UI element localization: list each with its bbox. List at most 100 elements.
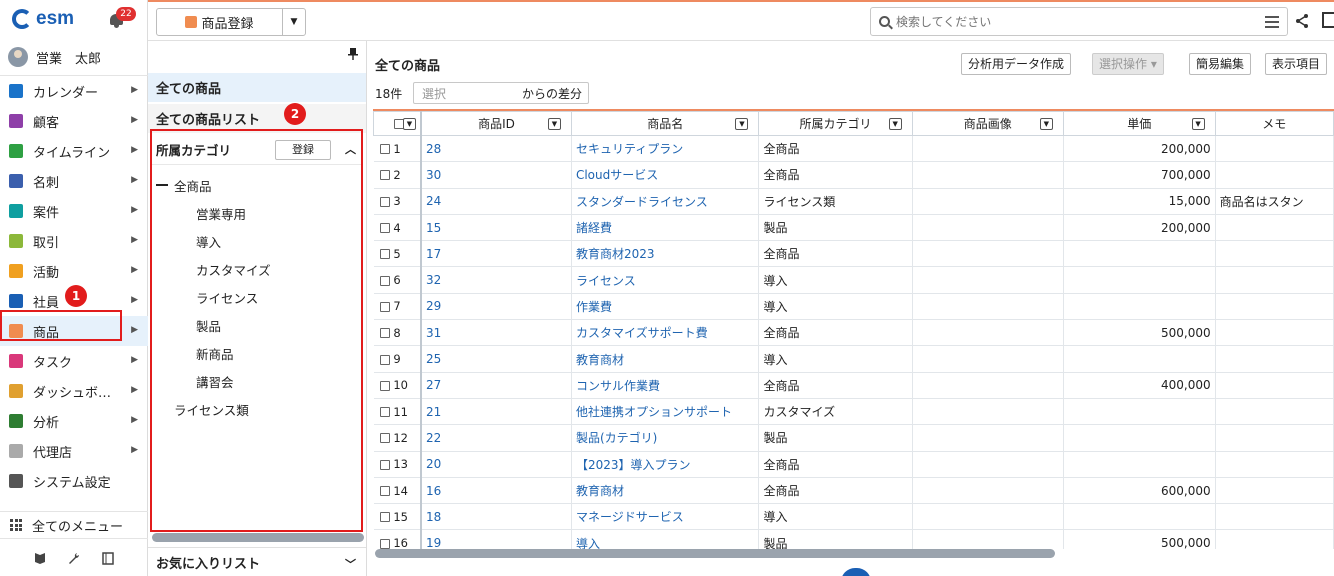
cell-name[interactable]: 作業費 bbox=[571, 293, 760, 321]
search-input[interactable] bbox=[896, 14, 1236, 29]
display-items-button[interactable]: 表示項目 bbox=[1265, 53, 1328, 75]
all-menu-button[interactable]: 全てのメニュー bbox=[0, 511, 148, 538]
nav-item-1[interactable]: 顧客 ▶ bbox=[0, 106, 148, 136]
column-dropdown-icon[interactable]: ▼ bbox=[1191, 118, 1205, 130]
cell-name[interactable]: 【2023】導入プラン bbox=[571, 451, 760, 478]
cell-name[interactable]: 教育商材2023 bbox=[571, 240, 760, 268]
cell-id[interactable]: 22 bbox=[420, 424, 572, 452]
nav-item-10[interactable]: ダッシュボ… ▶ bbox=[0, 376, 148, 406]
register-dropdown-button[interactable]: ▼ bbox=[283, 9, 305, 35]
cell-name[interactable]: 教育商材 bbox=[571, 345, 760, 373]
nav-item-13[interactable]: システム設定 bbox=[0, 466, 148, 496]
category-tree-item[interactable]: 全商品 bbox=[148, 171, 366, 199]
cell-id[interactable]: 27 bbox=[420, 372, 572, 399]
table-row[interactable]: 3 24 スタンダードライセンス ライセンス類 15,000 商品名はスタン bbox=[373, 188, 1334, 215]
cell-id[interactable]: 32 bbox=[420, 266, 572, 294]
column-dropdown-icon[interactable]: ▼ bbox=[1039, 118, 1053, 130]
caret-down-icon[interactable]: ▼ bbox=[402, 118, 416, 130]
row-select-cell[interactable]: 12 bbox=[373, 424, 422, 452]
cell-id[interactable]: 24 bbox=[420, 188, 572, 215]
cell-id[interactable]: 20 bbox=[420, 451, 572, 478]
row-select-cell[interactable]: 3 bbox=[373, 188, 422, 215]
horizontal-scrollbar[interactable] bbox=[375, 549, 1055, 558]
row-checkbox[interactable] bbox=[379, 223, 390, 234]
row-checkbox[interactable] bbox=[379, 249, 390, 260]
row-checkbox[interactable] bbox=[379, 196, 390, 207]
column-header[interactable]: メモ bbox=[1214, 111, 1334, 136]
favorites-section[interactable]: お気に入りリスト ﹀ bbox=[148, 547, 366, 576]
table-row[interactable]: 14 16 教育商材 全商品 600,000 bbox=[373, 477, 1334, 505]
row-select-cell[interactable]: 6 bbox=[373, 266, 422, 294]
table-row[interactable]: 11 21 他社連携オプションサポート カスタマイズ bbox=[373, 398, 1334, 426]
cell-name[interactable]: 他社連携オプションサポート bbox=[571, 398, 760, 426]
column-dropdown-icon[interactable]: ▼ bbox=[888, 118, 902, 130]
column-header[interactable]: 単価 ▼ bbox=[1062, 111, 1216, 136]
nav-item-9[interactable]: タスク ▶ bbox=[0, 346, 148, 376]
cell-name[interactable]: 製品(カテゴリ) bbox=[571, 424, 760, 452]
row-checkbox[interactable] bbox=[379, 486, 390, 496]
row-select-cell[interactable]: 5 bbox=[373, 240, 422, 268]
row-checkbox[interactable] bbox=[379, 433, 390, 444]
cell-name[interactable]: スタンダードライセンス bbox=[571, 188, 760, 215]
row-checkbox[interactable] bbox=[379, 170, 390, 181]
row-select-cell[interactable]: 16 bbox=[373, 529, 422, 549]
cell-id[interactable]: 17 bbox=[420, 240, 572, 268]
nav-item-4[interactable]: 案件 ▶ bbox=[0, 196, 148, 226]
film-icon[interactable] bbox=[102, 551, 114, 565]
table-row[interactable]: 15 18 マネージドサービス 導入 bbox=[373, 503, 1334, 531]
cell-name[interactable]: マネージドサービス bbox=[571, 503, 760, 531]
table-row[interactable]: 7 29 作業費 導入 bbox=[373, 293, 1334, 321]
quick-edit-button[interactable]: 簡易編集 bbox=[1189, 53, 1252, 75]
nav-item-3[interactable]: 名刺 ▶ bbox=[0, 166, 148, 196]
category-tree-item[interactable]: 導入 bbox=[148, 227, 366, 255]
row-checkbox[interactable] bbox=[379, 512, 390, 523]
cell-id[interactable]: 30 bbox=[420, 161, 572, 189]
row-checkbox[interactable] bbox=[379, 301, 390, 312]
book-icon[interactable] bbox=[34, 552, 46, 564]
cell-name[interactable]: カスタマイズサポート費 bbox=[571, 319, 760, 347]
filter-icon[interactable] bbox=[1265, 16, 1279, 28]
nav-item-5[interactable]: 取引 ▶ bbox=[0, 226, 148, 256]
cell-name[interactable]: セキュリティプラン bbox=[571, 135, 760, 163]
row-select-cell[interactable]: 2 bbox=[373, 161, 422, 189]
share-icon[interactable] bbox=[1294, 13, 1310, 33]
table-row[interactable]: 2 30 Cloudサービス 全商品 700,000 bbox=[373, 161, 1334, 189]
row-checkbox[interactable] bbox=[379, 275, 390, 286]
cell-name[interactable]: 諸経費 bbox=[571, 214, 760, 242]
cell-name[interactable]: ライセンス bbox=[571, 266, 760, 294]
category-tree-item[interactable]: 新商品 bbox=[148, 339, 366, 367]
row-select-cell[interactable]: 13 bbox=[373, 451, 422, 478]
cell-id[interactable]: 19 bbox=[420, 529, 572, 549]
row-checkbox[interactable] bbox=[379, 538, 390, 549]
pin-icon[interactable] bbox=[348, 48, 358, 63]
cell-id[interactable]: 16 bbox=[420, 477, 572, 505]
nav-item-12[interactable]: 代理店 ▶ bbox=[0, 436, 148, 466]
table-row[interactable]: 9 25 教育商材 導入 bbox=[373, 345, 1334, 373]
category-tree-item[interactable]: ライセンス類 bbox=[148, 395, 366, 423]
row-select-cell[interactable]: 8 bbox=[373, 319, 422, 347]
row-select-cell[interactable]: 1 bbox=[373, 135, 422, 163]
cell-name[interactable]: Cloudサービス bbox=[571, 161, 760, 189]
table-row[interactable]: 16 19 導入 製品 500,000 bbox=[373, 529, 1334, 549]
table-row[interactable]: 5 17 教育商材2023 全商品 bbox=[373, 240, 1334, 268]
category-tree-item[interactable]: ライセンス bbox=[148, 283, 366, 311]
column-header[interactable]: 商品画像 ▼ bbox=[911, 111, 1064, 136]
all-products-item[interactable]: 全ての商品 bbox=[148, 73, 366, 102]
row-select-cell[interactable]: 9 bbox=[373, 345, 422, 373]
product-register-button[interactable]: 商品登録 bbox=[157, 9, 283, 35]
nav-item-2[interactable]: タイムライン ▶ bbox=[0, 136, 148, 166]
category-tree-item[interactable]: 製品 bbox=[148, 311, 366, 339]
row-checkbox[interactable] bbox=[379, 407, 390, 418]
row-checkbox[interactable] bbox=[379, 459, 390, 470]
row-select-cell[interactable]: 4 bbox=[373, 214, 422, 242]
table-row[interactable]: 6 32 ライセンス 導入 bbox=[373, 266, 1334, 294]
category-tree-item[interactable]: 講習会 bbox=[148, 367, 366, 395]
table-row[interactable]: 12 22 製品(カテゴリ) 製品 bbox=[373, 424, 1334, 452]
user-profile[interactable]: 営業 太郎 bbox=[8, 46, 101, 68]
cell-id[interactable]: 15 bbox=[420, 214, 572, 242]
app-logo[interactable]: esm bbox=[12, 8, 74, 30]
cell-id[interactable]: 21 bbox=[420, 398, 572, 426]
selection-action-button[interactable]: 選択操作 ▾ bbox=[1092, 53, 1164, 75]
row-select-cell[interactable]: 15 bbox=[373, 503, 422, 531]
cell-name[interactable]: コンサル作業費 bbox=[571, 372, 760, 399]
